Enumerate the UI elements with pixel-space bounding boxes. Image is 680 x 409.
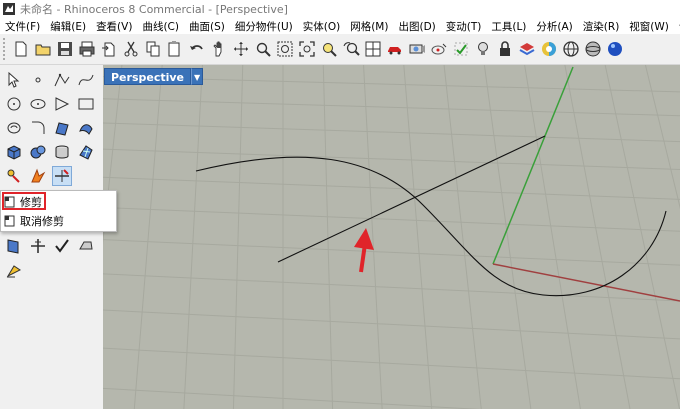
- pan-icon[interactable]: [209, 38, 229, 60]
- menu-dimension[interactable]: 出图(D): [393, 19, 440, 34]
- menu-edit[interactable]: 编辑(E): [45, 19, 91, 34]
- menu-mesh[interactable]: 网格(M): [345, 19, 393, 34]
- camera-icon[interactable]: [407, 38, 427, 60]
- project-icon[interactable]: [4, 236, 24, 256]
- menu-subd[interactable]: 细分物件(U): [230, 19, 298, 34]
- target-icon[interactable]: [429, 38, 449, 60]
- move-gizmo-icon[interactable]: [28, 236, 48, 256]
- box-solid-icon[interactable]: [4, 142, 24, 162]
- zoom-window-icon[interactable]: [275, 38, 295, 60]
- polyline-icon[interactable]: [52, 70, 72, 90]
- car-icon[interactable]: [385, 38, 405, 60]
- lock-icon[interactable]: [495, 38, 515, 60]
- perspective-viewport[interactable]: [103, 65, 680, 409]
- menu-file[interactable]: 文件(F): [0, 19, 45, 34]
- surface-edge-icon[interactable]: [52, 118, 72, 138]
- transform-icon[interactable]: [4, 166, 24, 186]
- menu-view[interactable]: 查看(V): [91, 19, 137, 34]
- menu-curve[interactable]: 曲线(C): [137, 19, 184, 34]
- window-title: 未命名 - Rhinoceros 8 Commercial - [Perspec…: [20, 3, 288, 16]
- menu-render[interactable]: 渲染(R): [578, 19, 625, 34]
- red-arrow-annotation: [354, 228, 374, 273]
- rhino-app-icon: [3, 3, 15, 15]
- fillet-curve-icon[interactable]: [28, 118, 48, 138]
- cut-icon[interactable]: [121, 38, 141, 60]
- rectangle-icon[interactable]: [76, 94, 96, 114]
- paste-icon[interactable]: [165, 38, 185, 60]
- undo-icon[interactable]: [187, 38, 207, 60]
- main-toolbar-sidebar: [0, 65, 103, 409]
- flyout-item-untrim[interactable]: 取消修剪: [3, 212, 64, 229]
- menu-solid[interactable]: 实体(O): [298, 19, 345, 34]
- standard-toolbar: [0, 34, 680, 65]
- zoom-selected-icon[interactable]: [319, 38, 339, 60]
- boolean-icon[interactable]: [28, 166, 48, 186]
- mesh-icon[interactable]: [76, 142, 96, 162]
- material-sphere-icon[interactable]: [583, 38, 603, 60]
- untrim-icon: [4, 215, 15, 226]
- menu-bar: 文件(F) 编辑(E) 查看(V) 曲线(C) 曲面(S) 细分物件(U) 实体…: [0, 18, 680, 34]
- circle-icon[interactable]: [4, 94, 24, 114]
- cylinder-solid-icon[interactable]: [52, 142, 72, 162]
- rendered-view-icon[interactable]: [605, 38, 625, 60]
- light-icon[interactable]: [473, 38, 493, 60]
- viewport-tab[interactable]: Perspective ▼: [104, 68, 204, 85]
- viewport-canvas[interactable]: [103, 65, 680, 409]
- menu-transform[interactable]: 变动(T): [441, 19, 487, 34]
- flyout-item-untrim-label: 取消修剪: [20, 214, 64, 228]
- trim-flyout-menu: 修剪 取消修剪: [0, 190, 117, 232]
- four-viewports-icon[interactable]: [363, 38, 383, 60]
- menu-tools[interactable]: 工具(L): [486, 19, 531, 34]
- grid-snap-icon[interactable]: [451, 38, 471, 60]
- viewport-title[interactable]: Perspective: [104, 68, 192, 85]
- render-sphere-icon[interactable]: [561, 38, 581, 60]
- title-bar: 未命名 - Rhinoceros 8 Commercial - [Perspec…: [0, 0, 680, 18]
- surface-loft-icon[interactable]: [76, 118, 96, 138]
- copy-icon[interactable]: [143, 38, 163, 60]
- curve-icon[interactable]: [76, 70, 96, 90]
- open-icon[interactable]: [33, 38, 53, 60]
- select-arrow-icon[interactable]: [4, 70, 24, 90]
- construction-grid: [103, 65, 680, 409]
- cap-holes-icon[interactable]: [76, 236, 96, 256]
- render-color-icon[interactable]: [539, 38, 559, 60]
- menu-surface[interactable]: 曲面(S): [184, 19, 230, 34]
- new-icon[interactable]: [11, 38, 31, 60]
- sphere-solid-icon[interactable]: [28, 142, 48, 162]
- ellipse-icon[interactable]: [28, 94, 48, 114]
- viewport-dropdown-icon[interactable]: ▼: [191, 68, 204, 85]
- menu-help[interactable]: 说: [674, 19, 680, 34]
- polygon-icon[interactable]: [52, 94, 72, 114]
- point-icon[interactable]: [28, 70, 48, 90]
- offset-curve-icon[interactable]: [4, 118, 24, 138]
- print-icon[interactable]: [77, 38, 97, 60]
- trim-tool-icon[interactable]: [52, 166, 72, 186]
- zoom-icon[interactable]: [253, 38, 273, 60]
- save-icon[interactable]: [55, 38, 75, 60]
- undo-view-icon[interactable]: [341, 38, 361, 60]
- toolbar-grip[interactable]: [3, 38, 9, 60]
- layer-icon[interactable]: [517, 38, 537, 60]
- dimension-icon[interactable]: [4, 260, 24, 280]
- rotate-view-icon[interactable]: [231, 38, 251, 60]
- trim-highlight-box: [2, 192, 46, 210]
- checkmark-icon[interactable]: [52, 236, 72, 256]
- import-icon[interactable]: [99, 38, 119, 60]
- menu-analyze[interactable]: 分析(A): [531, 19, 577, 34]
- zoom-extents-icon[interactable]: [297, 38, 317, 60]
- menu-panels[interactable]: 视窗(W): [624, 19, 674, 34]
